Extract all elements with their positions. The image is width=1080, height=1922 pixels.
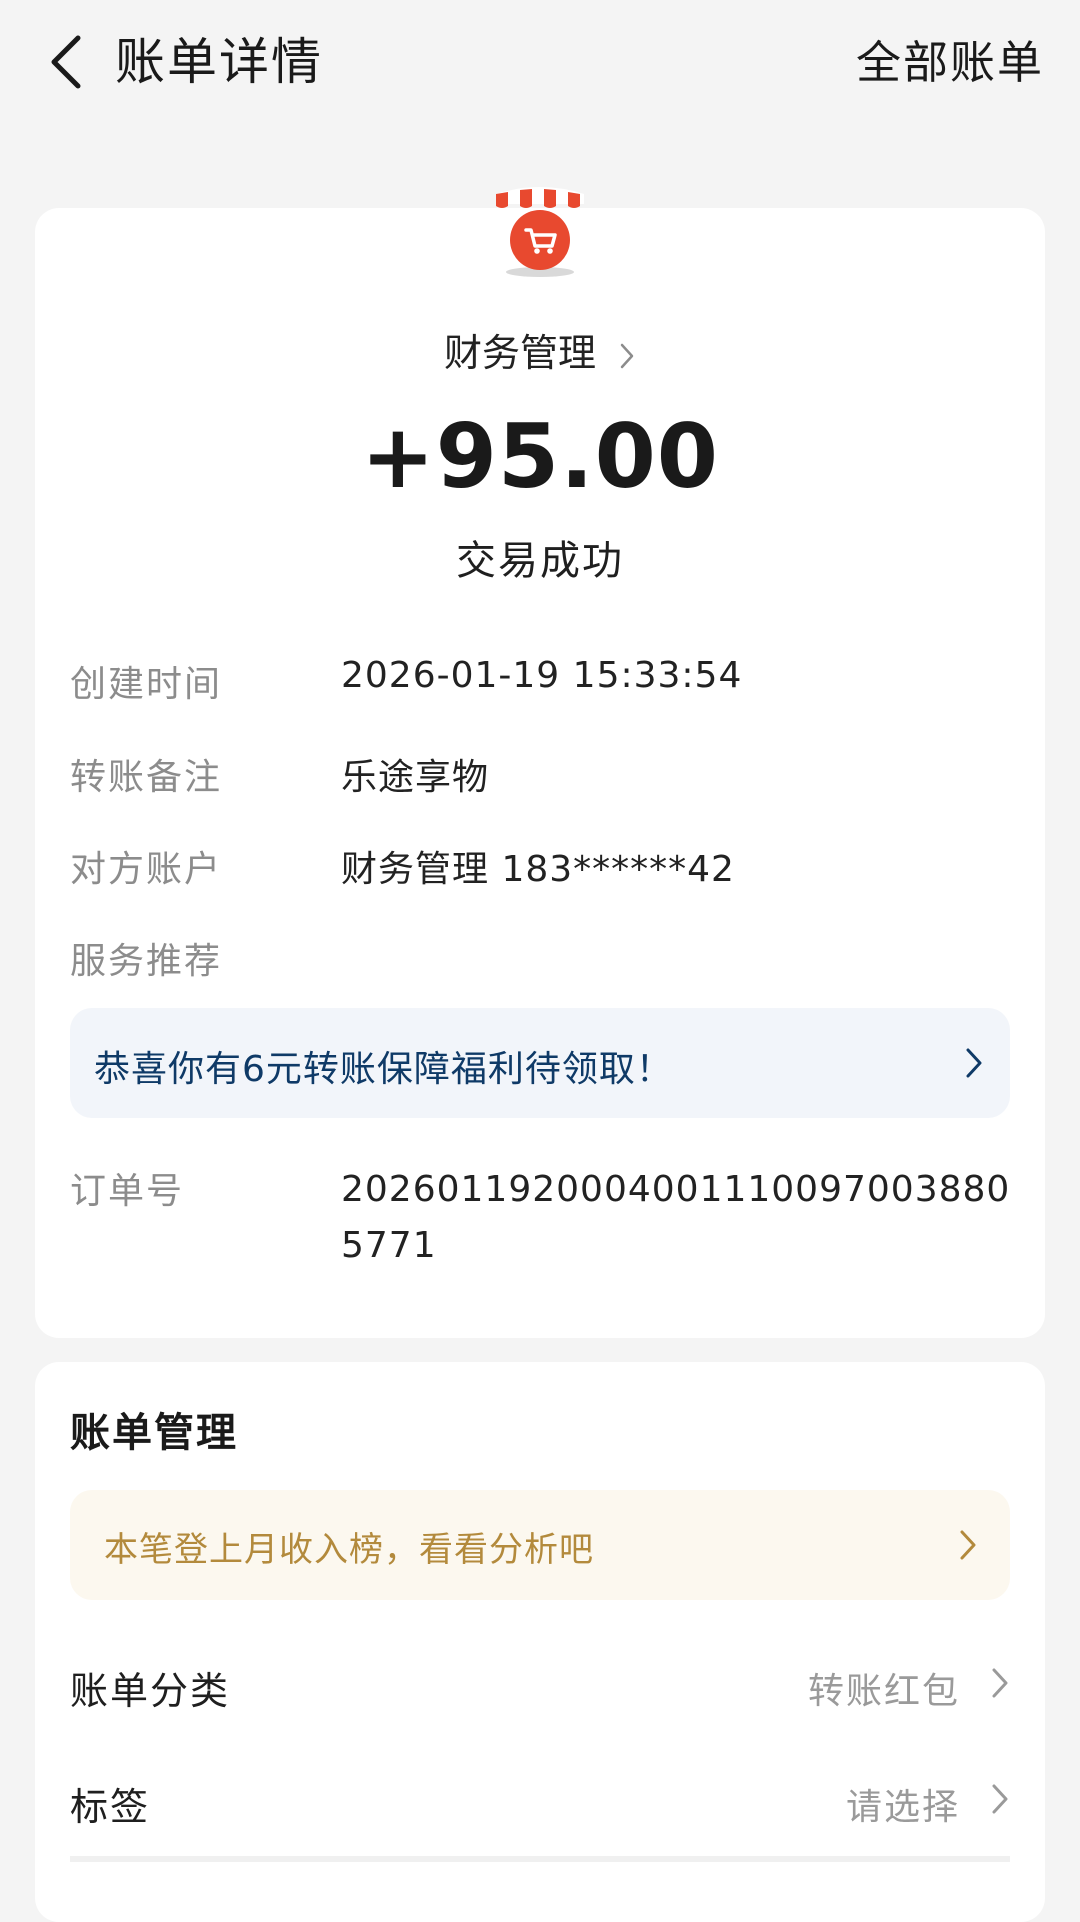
transaction-amount: +95.00 [0,405,1080,508]
section-title: 账单管理 [70,1400,238,1458]
chevron-right-icon [964,1046,984,1080]
top-bar: 账单详情 全部账单 [0,0,1080,120]
income-analysis-banner[interactable]: 本笔登上月收入榜，看看分析吧 [70,1490,1010,1600]
chevron-left-icon [46,32,86,92]
bill-category-label: 账单分类 [70,1660,230,1715]
bill-category-value: 转账红包 [808,1662,960,1714]
order-number-label: 订单号 [70,1162,184,1214]
all-bills-link[interactable]: 全部账单 [856,26,1044,91]
counterparty-label: 对方账户 [70,840,222,892]
divider [70,1856,1010,1862]
shop-cart-icon [488,180,592,284]
counterparty-value: 财务管理 183******42 [341,840,735,892]
back-button[interactable] [36,26,96,98]
tag-label: 标签 [70,1776,150,1831]
bill-category-row[interactable]: 账单分类 转账红包 [70,1644,1010,1724]
tag-value: 请选择 [846,1778,960,1830]
tag-row[interactable]: 标签 请选择 [70,1760,1010,1840]
page-title: 账单详情 [115,22,323,94]
chevron-right-icon [990,1782,1010,1816]
order-number-value: 20260119200040011100970038805771 [341,1162,1011,1274]
merchant-name: 财务管理 [444,331,596,375]
service-recommend-label: 服务推荐 [70,932,222,984]
transfer-note-value: 乐途享物 [341,748,489,800]
created-time-value: 2026-01-19 15:33:54 [341,655,742,696]
chevron-right-icon [618,341,636,371]
transaction-status: 交易成功 [0,528,1080,586]
chevron-right-icon [958,1528,978,1562]
promo-text: 恭喜你有6元转账保障福利待领取！ [94,1040,673,1092]
merchant-name-row[interactable]: 财务管理 [0,322,1080,377]
chevron-right-icon [990,1666,1010,1700]
analysis-text: 本笔登上月收入榜，看看分析吧 [104,1522,594,1571]
created-time-label: 创建时间 [70,655,222,707]
transfer-note-label: 转账备注 [70,748,222,800]
transfer-protection-banner[interactable]: 恭喜你有6元转账保障福利待领取！ [70,1008,1010,1118]
